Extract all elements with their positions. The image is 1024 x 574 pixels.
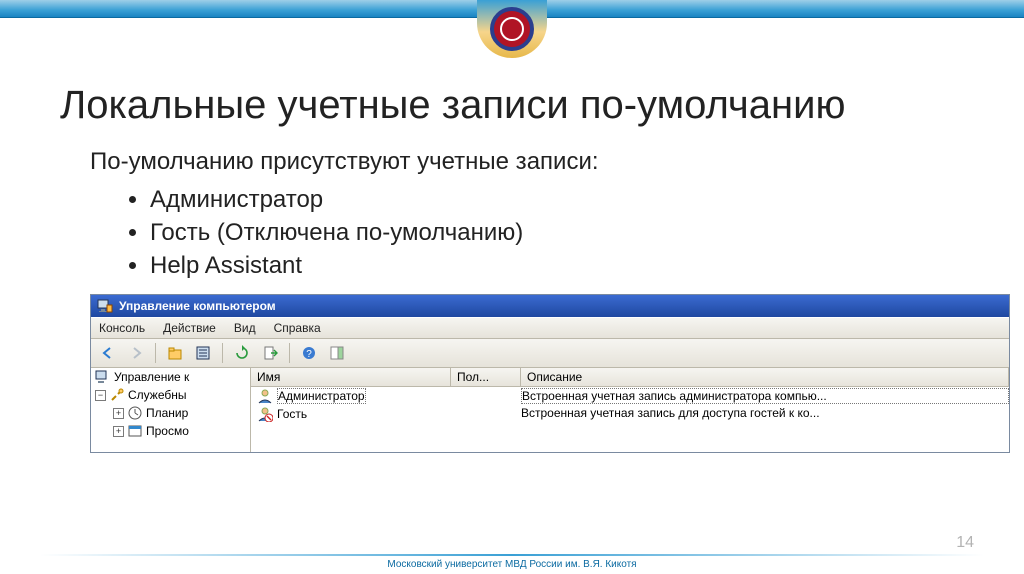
slide-title: Локальные учетные записи по-умолчанию [60,83,984,128]
user-description: Встроенная учетная запись администратора… [521,388,1009,404]
mmc-menubar: Консоль Действие Вид Справка [91,317,1009,339]
tree-root[interactable]: Управление к [91,368,250,386]
tree-services-label: Служебны [128,388,187,402]
toolbar-separator [222,343,223,363]
page-number: 14 [956,534,974,552]
slide-subtitle: По-умолчанию присутствуют учетные записи… [90,148,984,176]
mmc-window: Управление компьютером Консоль Действие … [90,294,1010,453]
user-fullname [451,406,521,422]
user-description: Встроенная учетная запись для доступа го… [521,406,1009,422]
list-header: Имя Пол... Описание [251,368,1009,387]
expand-icon[interactable]: + [113,426,124,437]
tree-root-label: Управление к [114,370,189,384]
menu-console[interactable]: Консоль [99,321,145,335]
badge-icon [490,7,534,51]
mmc-toolbar: ? [91,339,1009,368]
user-row-guest[interactable]: Гость Встроенная учетная запись для дост… [251,405,1009,423]
svg-text:?: ? [306,349,312,360]
footer-text: Московский университет МВД России им. В.… [0,559,1024,570]
export-button[interactable] [259,342,281,364]
bullet-item: Гость (Отключена по-умолчанию) [150,219,984,247]
help-button[interactable]: ? [298,342,320,364]
action-pane-button[interactable] [326,342,348,364]
col-name[interactable]: Имя [251,368,451,387]
user-icon [257,388,273,404]
menu-action[interactable]: Действие [163,321,216,335]
mmc-tree-panel: Управление к − Служебны + Планир + Просм… [91,368,251,452]
tree-services[interactable]: − Служебны [91,386,250,404]
footer-divider [40,554,984,556]
forward-button[interactable] [125,342,147,364]
col-fullname[interactable]: Пол... [451,368,521,387]
computer-icon [95,369,111,385]
user-name: Гость [277,407,307,421]
refresh-button[interactable] [231,342,253,364]
col-description[interactable]: Описание [521,368,1009,387]
collapse-icon[interactable]: − [95,390,106,401]
tree-viewer[interactable]: + Просмо [91,422,250,440]
menu-view[interactable]: Вид [234,321,256,335]
properties-button[interactable] [192,342,214,364]
tree-viewer-label: Просмо [146,424,189,438]
computer-management-icon [97,298,113,314]
mmc-title-text: Управление компьютером [119,299,276,313]
up-button[interactable] [164,342,186,364]
back-button[interactable] [97,342,119,364]
toolbar-separator [155,343,156,363]
tree-scheduler[interactable]: + Планир [91,404,250,422]
user-disabled-icon [257,406,273,422]
event-viewer-icon [127,423,143,439]
user-row-admin[interactable]: Администратор Встроенная учетная запись … [251,387,1009,405]
toolbar-separator [289,343,290,363]
bullet-item: Администратор [150,186,984,214]
mmc-titlebar[interactable]: Управление компьютером [91,295,1009,317]
expand-icon[interactable]: + [113,408,124,419]
bullet-item: Help Assistant [150,252,984,280]
clock-icon [127,405,143,421]
bullet-list: Администратор Гость (Отключена по-умолча… [150,186,984,280]
tree-scheduler-label: Планир [146,406,188,420]
mmc-list-panel: Имя Пол... Описание Администратор Встрое… [251,368,1009,452]
menu-help[interactable]: Справка [274,321,321,335]
user-fullname [451,388,521,404]
user-name: Администратор [277,388,366,404]
tools-icon [109,387,125,403]
